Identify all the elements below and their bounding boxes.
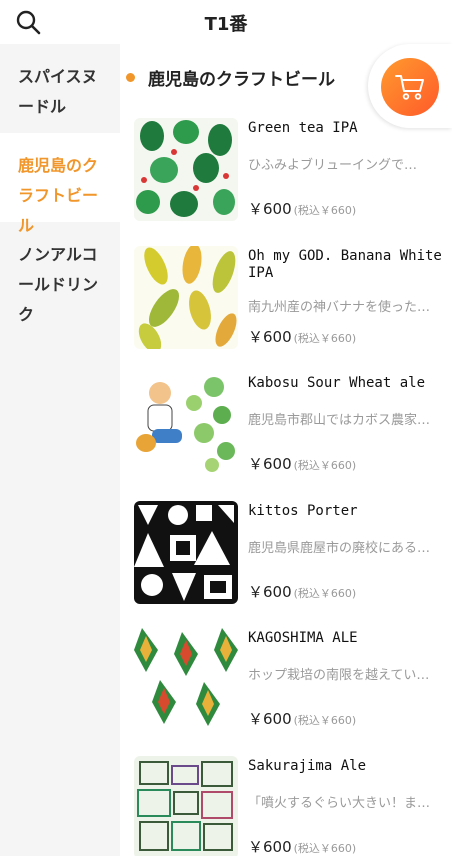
price-value: ￥600 bbox=[248, 327, 292, 346]
cart-panel bbox=[368, 44, 452, 128]
price-value: ￥600 bbox=[248, 837, 292, 856]
category-sidebar: スパイスヌードル 鹿児島のクラフトビール ノンアルコールドリンク bbox=[0, 44, 120, 856]
product-image[interactable] bbox=[134, 628, 238, 731]
product-image[interactable] bbox=[134, 755, 238, 856]
product-price: ￥600 (税込￥660) bbox=[248, 453, 356, 474]
price-value: ￥600 bbox=[248, 710, 292, 728]
product-name: kittos Porter bbox=[248, 502, 358, 519]
tax-included-price: (税込￥660) bbox=[293, 841, 357, 855]
app-header: T1番 bbox=[0, 0, 452, 44]
list-item[interactable]: KAGOSHIMA ALE ホップ栽培の南限を越えてい… ￥600 (税込￥660… bbox=[134, 628, 452, 756]
product-price: ￥600 (税込￥660) bbox=[248, 581, 356, 602]
product-description: 「噴火するぐらい大きい！ま… bbox=[248, 795, 431, 811]
list-item[interactable]: Green tea IPA ひふみよブリューイングで… ￥600 (税込￥660) bbox=[134, 118, 452, 246]
product-price: ￥600 (税込￥660) bbox=[248, 198, 356, 219]
product-description: 南九州産の神バナナを使った… bbox=[248, 299, 431, 315]
page-title: T1番 bbox=[204, 14, 248, 35]
tax-included-price: (税込￥660) bbox=[293, 331, 357, 345]
sidebar-item-non-alcohol[interactable]: ノンアルコールドリンク bbox=[0, 222, 120, 348]
product-price: ￥600 (税込￥660) bbox=[248, 836, 356, 856]
section-dot bbox=[126, 72, 135, 82]
kabosu-artwork bbox=[134, 373, 238, 476]
tax-included-price: (税込￥660) bbox=[293, 204, 357, 217]
sidebar-item-spice-noodle[interactable]: スパイスヌードル bbox=[0, 44, 120, 133]
product-list: 鹿児島のクラフトビール Green tea IPA ひふみよブリューイングで… … bbox=[120, 44, 452, 856]
list-item[interactable]: Oh my GOD. Banana White IPA 南九州産の神バナナを使っ… bbox=[134, 245, 452, 374]
product-image[interactable] bbox=[134, 118, 238, 221]
cart-button[interactable] bbox=[381, 58, 439, 116]
product-name: Oh my GOD. Banana White IPA bbox=[248, 247, 442, 281]
price-value: ￥600 bbox=[248, 200, 292, 218]
tax-included-price: (税込￥660) bbox=[293, 714, 357, 727]
kagoshima-ale-artwork bbox=[134, 628, 238, 731]
cart-icon bbox=[395, 75, 424, 100]
product-description: 鹿児島県鹿屋市の廃校にある… bbox=[248, 540, 431, 556]
product-name: Sakurajima Ale bbox=[248, 757, 367, 774]
green-tea-artwork bbox=[134, 118, 238, 221]
product-image[interactable] bbox=[134, 373, 238, 476]
product-name: KAGOSHIMA ALE bbox=[248, 630, 358, 646]
sakurajima-artwork bbox=[134, 755, 238, 856]
product-image[interactable] bbox=[134, 500, 238, 604]
list-item[interactable]: kittos Porter 鹿児島県鹿屋市の廃校にある… ￥600 (税込￥660… bbox=[134, 500, 452, 629]
product-name: Kabosu Sour Wheat ale bbox=[248, 375, 426, 391]
tax-included-price: (税込￥660) bbox=[293, 586, 357, 600]
section-header: 鹿児島のクラフトビール bbox=[126, 64, 335, 90]
list-item[interactable]: Kabosu Sour Wheat ale 鹿児島市郡山ではカボス農家… ￥60… bbox=[134, 373, 452, 501]
product-image[interactable] bbox=[134, 245, 238, 349]
tax-included-price: (税込￥660) bbox=[293, 459, 357, 472]
product-price: ￥600 (税込￥660) bbox=[248, 708, 356, 729]
banana-artwork bbox=[134, 245, 238, 349]
product-price: ￥600 (税込￥660) bbox=[248, 326, 356, 347]
product-description: ひふみよブリューイングで… bbox=[248, 158, 418, 173]
list-item[interactable]: Sakurajima Ale 「噴火するぐらい大きい！ま… ￥600 (税込￥66… bbox=[134, 755, 452, 856]
price-value: ￥600 bbox=[248, 582, 292, 601]
porter-artwork bbox=[134, 500, 238, 604]
section-title: 鹿児島のクラフトビール bbox=[148, 69, 335, 90]
price-value: ￥600 bbox=[248, 455, 292, 473]
product-description: 鹿児島市郡山ではカボス農家… bbox=[248, 413, 431, 428]
sidebar-item-craft-beer[interactable]: 鹿児島のクラフトビール bbox=[0, 133, 120, 235]
product-description: ホップ栽培の南限を越えてい… bbox=[248, 668, 430, 683]
